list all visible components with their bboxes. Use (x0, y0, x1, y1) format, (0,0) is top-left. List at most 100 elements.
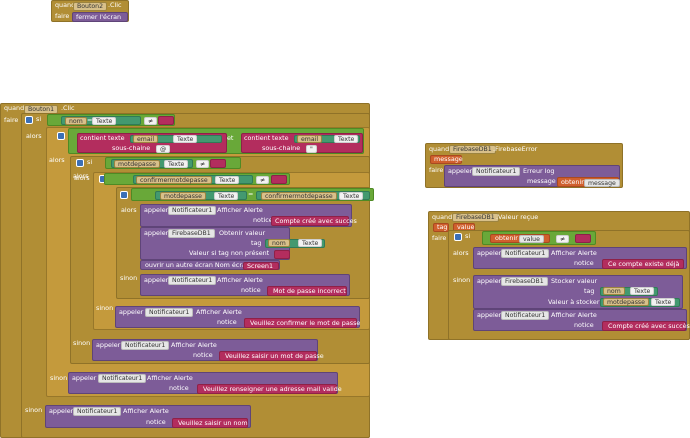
text-block[interactable]: Veuillez confirmer le mot de passe (244, 318, 360, 328)
text-block[interactable]: Veuillez renseigner une adresse mail val… (197, 384, 342, 394)
text-value: Mot de passe incorrect (273, 287, 346, 295)
nom-dropdown[interactable]: nom (268, 239, 290, 247)
close-screen-block[interactable]: fermer l'écran (72, 12, 128, 22)
empty-text-block[interactable] (575, 234, 591, 243)
compare-value-block[interactable]: obtenir value ≠ (482, 231, 596, 245)
component-dropdown[interactable]: Bouton2 (73, 2, 108, 11)
empty-text-block[interactable] (158, 116, 174, 125)
text-value: Compte créé avec succes (275, 217, 357, 225)
text-block[interactable]: Veuillez saisir un mot de passe (219, 351, 324, 361)
email-dropdown[interactable]: email (133, 135, 159, 143)
texte-dropdown[interactable]: Texte (298, 239, 323, 247)
and-block[interactable]: contient texte email Texte sous-chaine @… (68, 128, 364, 154)
call-afficher-email[interactable]: appeler Notificateur1 Afficher Alerte no… (68, 372, 342, 394)
text-block[interactable]: Veuillez saisir un nom (172, 418, 248, 428)
appeler-label: appeler (96, 341, 121, 349)
message-dropdown[interactable]: message (584, 179, 620, 187)
compare-operator[interactable]: ≠ (256, 176, 270, 184)
event-block-firebase-error[interactable]: quand FirebaseDB1 .FirebaseError message… (425, 143, 623, 188)
contains-block-2[interactable]: contient texte email Texte sous-chaine " (241, 133, 363, 153)
dot-text[interactable]: " (306, 145, 317, 153)
confirmer-dropdown[interactable]: confirmermotdepasse (136, 176, 212, 184)
notificateur-dropdown[interactable]: Notificateur1 (168, 276, 217, 285)
texte-dropdown[interactable]: Texte (651, 298, 676, 306)
param-label: tag (437, 223, 448, 231)
call-afficher-saisir-mdp[interactable]: appeler Notificateur1 Afficher Alerte no… (92, 339, 324, 361)
text-block[interactable]: Compte créé avec succes (271, 216, 357, 226)
notificateur-dropdown[interactable]: Notificateur1 (121, 341, 170, 350)
email-dropdown[interactable]: email (297, 135, 323, 143)
notificateur-dropdown[interactable]: Notificateur1 (501, 311, 550, 320)
mdp-dropdown[interactable]: motdepasse (160, 192, 206, 200)
compare-operator[interactable]: ≠ (144, 117, 158, 125)
component-dropdown[interactable]: FirebaseDB1 (449, 145, 496, 154)
compare-mdp-block[interactable]: motdepasse Texte ≠ (105, 157, 241, 169)
get-value-block[interactable]: obtenir value (490, 234, 550, 243)
compare-match-block[interactable]: motdepasse Texte = confirmermotdepasse T… (131, 188, 374, 201)
call-afficher-confirmer[interactable]: appeler Notificateur1 Afficher Alerte no… (115, 306, 360, 328)
texte-dropdown[interactable]: Texte (215, 176, 240, 184)
param-tag[interactable]: tag (433, 223, 449, 232)
call-erreur-log[interactable]: appeler Notificateur1 Erreur log message… (444, 165, 620, 187)
call-afficher-existe[interactable]: appeler Notificateur1 Afficher Alerte no… (473, 247, 687, 269)
mdp-dropdown[interactable]: motdepasse (114, 160, 160, 168)
compare-nom-block[interactable]: nom = Texte ≠ (47, 114, 175, 126)
method-label: Obtenir valeur (219, 229, 266, 237)
gear-icon[interactable] (76, 159, 84, 167)
mdp-dropdown[interactable]: motdepasse (603, 298, 649, 306)
compare-operator[interactable]: ≠ (556, 235, 570, 243)
gear-icon[interactable] (120, 191, 128, 199)
call-afficher-incorrect[interactable]: appeler Notificateur1 Afficher Alerte no… (140, 274, 350, 296)
texte-dropdown[interactable]: Texte (92, 117, 117, 125)
notice-label: notice (146, 418, 166, 426)
empty-text-block[interactable] (274, 250, 290, 259)
screen-text[interactable]: Screen1 (243, 262, 279, 270)
appeler-label: appeler (448, 167, 473, 175)
confirmer-dropdown[interactable]: confirmermotdepasse (261, 192, 337, 200)
notificateur-dropdown[interactable]: Notificateur1 (98, 374, 147, 383)
compare-operator[interactable]: ≠ (196, 160, 210, 168)
notificateur-dropdown[interactable]: Notificateur1 (168, 206, 217, 215)
call-afficher-succes[interactable]: appeler Notificateur1 Afficher Alerte no… (140, 204, 357, 227)
notificateur-dropdown[interactable]: Notificateur1 (73, 407, 122, 416)
text-block[interactable]: Mot de passe incorrect (267, 286, 347, 296)
gear-icon[interactable] (25, 116, 33, 124)
gear-icon[interactable] (454, 233, 462, 241)
appeler-label: appeler (72, 374, 97, 382)
text-block[interactable]: Ce compte existe déjà (602, 259, 684, 269)
nom-dropdown[interactable]: nom (65, 117, 87, 125)
call-afficher-nom[interactable]: appeler Notificateur1 Afficher Alerte no… (45, 405, 251, 428)
event-block-bouton2-clic[interactable]: quand Bouton2 .Clic faire fermer l'écran (51, 0, 129, 22)
call-firebase-stocker[interactable]: appeler FirebaseDB1 Stocker valeur tag n… (473, 275, 683, 309)
firebase-dropdown[interactable]: FirebaseDB1 (168, 229, 215, 238)
nom-dropdown[interactable]: nom (603, 287, 625, 295)
notificateur-dropdown[interactable]: Notificateur1 (472, 167, 521, 176)
get-message-block[interactable]: obtenir message (557, 177, 620, 187)
notificateur-dropdown[interactable]: Notificateur1 (145, 308, 194, 317)
empty-text-block[interactable] (210, 159, 226, 168)
notificateur-dropdown[interactable]: Notificateur1 (501, 249, 550, 258)
call-firebase-obtenir[interactable]: appeler FirebaseDB1 Obtenir valeur tag n… (140, 227, 325, 260)
call-afficher-cree[interactable]: appeler Notificateur1 Afficher Alerte no… (473, 309, 690, 331)
param-message[interactable]: message (430, 155, 463, 164)
si-label: si (87, 158, 93, 166)
text-value: Veuillez saisir un nom (178, 419, 248, 427)
texte-dropdown[interactable]: Texte (334, 135, 359, 143)
contains-block-1[interactable]: contient texte email Texte sous-chaine @ (77, 133, 227, 153)
open-screen-block[interactable]: ouvrir un autre écran Nom écran Screen1 (140, 260, 280, 270)
component-dropdown[interactable]: FirebaseDB1 (452, 213, 499, 222)
texte-dropdown[interactable]: Texte (339, 192, 364, 200)
texte-dropdown[interactable]: Texte (214, 192, 239, 200)
gear-icon[interactable] (57, 132, 65, 140)
texte-dropdown[interactable]: Texte (164, 160, 189, 168)
at-text[interactable]: @ (156, 145, 171, 153)
text-value: Ce compte existe déjà (608, 260, 680, 268)
text-block[interactable]: Compte créé avec succès (602, 321, 690, 331)
texte-dropdown[interactable]: Texte (173, 135, 198, 143)
firebase-dropdown[interactable]: FirebaseDB1 (501, 277, 548, 286)
value-dropdown[interactable]: value (519, 235, 544, 243)
compare-confirmer-block[interactable]: confirmermotdepasse Texte ≠ (104, 173, 290, 185)
texte-dropdown[interactable]: Texte (630, 287, 655, 295)
text-value: Veuillez renseigner une adresse mail val… (203, 385, 342, 393)
empty-text-block[interactable] (271, 175, 287, 184)
